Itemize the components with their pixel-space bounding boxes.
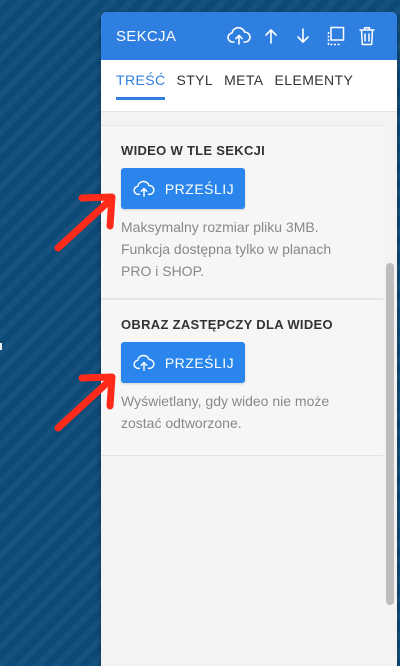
duplicate-icon[interactable] — [319, 20, 351, 52]
hint-line: Funkcja dostępna tylko w planach — [121, 241, 332, 257]
upload-video-button[interactable]: PRZEŚLIJ — [121, 168, 245, 209]
section-settings-panel: SEKCJA TREŚĆ STYL META ELEMENTY WIDEO W … — [101, 12, 397, 666]
upload-fallback-image-button[interactable]: PRZEŚLIJ — [121, 342, 245, 383]
button-label: PRZEŚLIJ — [164, 354, 235, 371]
tab-tresc[interactable]: TREŚĆ — [116, 60, 166, 100]
hint-line: zostać odtworzone. — [121, 415, 242, 431]
tab-styl[interactable]: STYL — [176, 60, 213, 100]
cloud-upload-icon — [133, 180, 155, 197]
panel-header: SEKCJA — [101, 12, 397, 60]
cloud-upload-icon[interactable] — [223, 20, 255, 52]
section-title: WIDEO W TLE SEKCJI — [121, 143, 266, 158]
arrow-up-icon[interactable] — [255, 20, 287, 52]
background-video-section: WIDEO W TLE SEKCJI PRZEŚLIJ Maksymalny r… — [101, 125, 383, 299]
scrollbar-thumb[interactable] — [386, 263, 394, 605]
section-title: OBRAZ ZASTĘPCZY DLA WIDEO — [121, 317, 333, 332]
panel-title: SEKCJA — [116, 27, 177, 45]
panel-content: WIDEO W TLE SEKCJI PRZEŚLIJ Maksymalny r… — [101, 113, 383, 666]
tab-bar: TREŚĆ STYL META ELEMENTY — [101, 60, 397, 112]
trash-icon[interactable] — [351, 20, 383, 52]
header-toolbar — [223, 20, 383, 52]
fallback-hint-text: Wyświetlany, gdy wideo nie może zostać o… — [121, 390, 363, 434]
hint-line: Wyświetlany, gdy wideo nie może — [121, 393, 330, 409]
cloud-upload-icon — [133, 354, 155, 371]
tab-meta[interactable]: META — [224, 60, 263, 100]
tab-elementy[interactable]: ELEMENTY — [275, 60, 354, 100]
background-mark — [0, 343, 2, 350]
button-label: PRZEŚLIJ — [164, 180, 235, 197]
hint-line: Maksymalny rozmiar pliku 3MB. — [121, 219, 319, 235]
scrollbar[interactable] — [384, 113, 394, 666]
arrow-down-icon[interactable] — [287, 20, 319, 52]
fallback-image-section: OBRAZ ZASTĘPCZY DLA WIDEO PRZEŚLIJ Wyświ… — [101, 299, 383, 456]
hint-line: PRO i SHOP. — [121, 263, 204, 279]
video-hint-text: Maksymalny rozmiar pliku 3MB. Funkcja do… — [121, 216, 363, 282]
